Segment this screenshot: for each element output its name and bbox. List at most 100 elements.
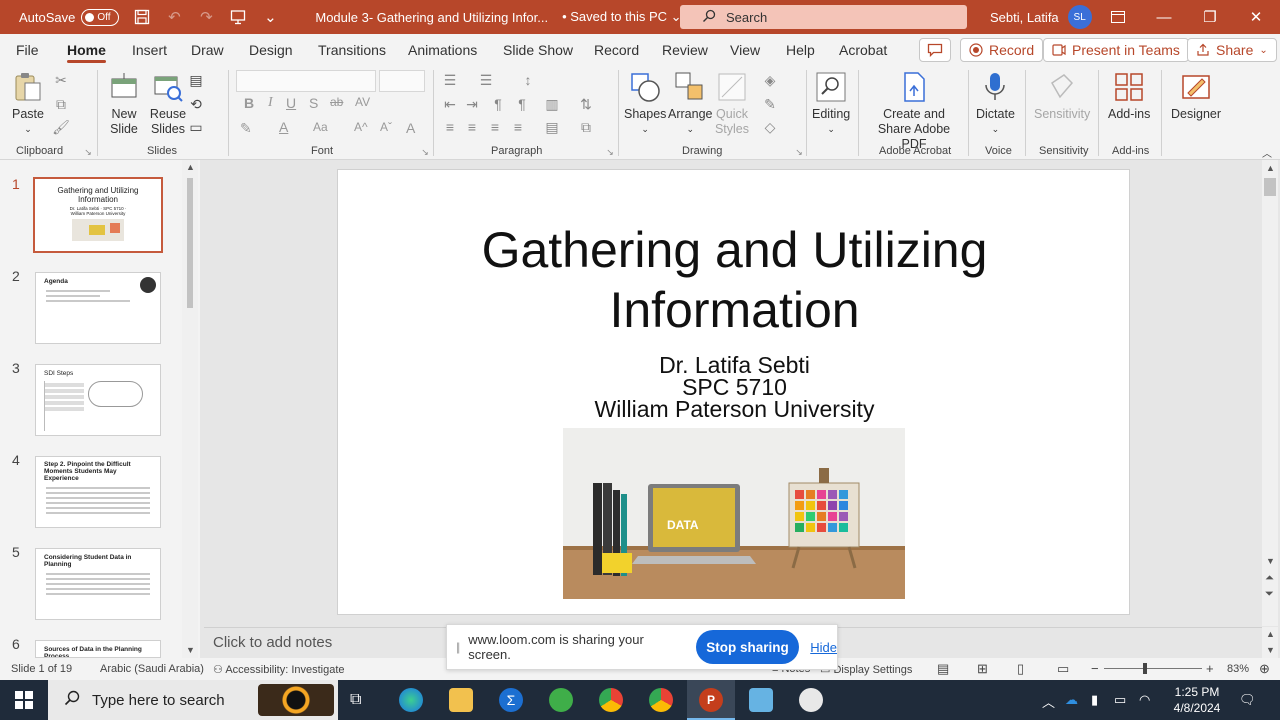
slide-canvas[interactable]: Gathering and Utilizing Information Dr. … (337, 169, 1130, 615)
decrease-font-icon[interactable]: Aˇ (380, 120, 392, 134)
text-direction-icon[interactable]: ⇅ (578, 96, 594, 112)
numbering-icon[interactable]: ☰ (478, 72, 494, 88)
quick-styles-button[interactable]: Quick Styles (712, 68, 752, 137)
share-button[interactable]: Share ⌄ (1187, 38, 1277, 62)
slide-thumbnail-6[interactable]: Sources of Data in the Planning Process (35, 640, 161, 658)
autosave-toggle[interactable]: Off (81, 8, 120, 26)
shape-outline-icon[interactable]: ✎ (762, 96, 778, 112)
scroll-thumb[interactable] (187, 178, 193, 308)
scroll-up-icon[interactable]: ▲ (1266, 163, 1275, 173)
tab-review[interactable]: Review (662, 34, 708, 66)
editing-button[interactable]: Editing ⌄ (812, 68, 850, 137)
start-icon[interactable] (15, 691, 33, 712)
slide-title[interactable]: Gathering and Utilizing Information (338, 220, 1131, 340)
dialog-launcher-icon[interactable]: ↘ (417, 144, 433, 160)
tab-help[interactable]: Help (786, 34, 815, 66)
slide-scrollbar[interactable]: ▲ ▼ ⏶ ⏷ (1262, 160, 1278, 626)
chrome-profile-icon[interactable] (649, 688, 673, 712)
align-center-icon[interactable]: ≡ (464, 119, 480, 135)
task-view-icon[interactable]: ⧉ (350, 691, 361, 709)
wifi-icon[interactable]: ◠ (1139, 692, 1150, 708)
slide-thumbnail-2[interactable]: Agenda (35, 272, 161, 344)
slide-sorter-icon[interactable]: ⊞ (977, 661, 988, 677)
present-icon[interactable] (229, 8, 247, 26)
present-in-teams-button[interactable]: Present in Teams (1043, 38, 1189, 62)
thumbnail-scrollbar[interactable]: ▲ ▼ (182, 160, 198, 658)
accessibility-checker[interactable]: ⚇ Accessibility: Investigate (213, 663, 345, 676)
shape-effects-icon[interactable]: ◇ (762, 119, 778, 135)
slide-counter[interactable]: Slide 1 of 19 (11, 663, 72, 675)
dialog-launcher-icon[interactable]: ↘ (791, 144, 807, 160)
redo-icon[interactable]: ↷ (197, 8, 215, 26)
tab-slide-show[interactable]: Slide Show (503, 34, 573, 66)
font-family-select[interactable] (236, 70, 376, 92)
zoom-in-icon[interactable]: + (1206, 661, 1214, 676)
comments-button[interactable] (919, 38, 951, 62)
sigma-app-icon[interactable]: Σ (499, 688, 523, 712)
slide-image[interactable]: DATA (563, 428, 905, 599)
search-input[interactable]: Search (680, 5, 967, 29)
zoom-slider[interactable] (1104, 663, 1202, 674)
format-painter-icon[interactable]: 🖌 (52, 119, 70, 135)
section-icon[interactable]: ▭ (188, 119, 204, 135)
line-spacing-icon[interactable]: ↕ (520, 72, 536, 88)
copy-icon[interactable]: ⧉ (53, 96, 69, 112)
scroll-down-icon[interactable]: ▼ (1266, 556, 1275, 566)
edge-icon[interactable] (399, 688, 423, 712)
slide-show-icon[interactable]: ▭ (1057, 661, 1069, 677)
zoom-out-icon[interactable]: − (1091, 661, 1099, 676)
designer-button[interactable]: Designer (1171, 68, 1221, 122)
fit-to-window-icon[interactable]: ⊕ (1259, 661, 1270, 677)
reset-icon[interactable]: ⟲ (188, 96, 204, 112)
normal-view-icon[interactable]: ▤ (937, 661, 949, 677)
smartart-icon[interactable]: ⧉ (578, 119, 594, 135)
tab-home[interactable]: Home (67, 34, 106, 66)
close-icon[interactable]: ✕ (1233, 0, 1279, 34)
document-title[interactable]: Module 3- Gathering and Utilizing Infor.… (315, 10, 548, 25)
snipping-tool-icon[interactable] (799, 688, 823, 712)
scroll-down-icon[interactable]: ▼ (186, 645, 195, 655)
undo-icon[interactable]: ↶ (165, 8, 183, 26)
battery-icon[interactable]: ▭ (1114, 692, 1126, 708)
slide-subtitle[interactable]: Dr. Latifa Sebti SPC 5710 William Paters… (338, 354, 1131, 421)
layout-icon[interactable]: ▤ (188, 72, 204, 88)
reuse-slides-button[interactable]: Reuse Slides (148, 68, 188, 137)
bullets-icon[interactable]: ☰ (442, 72, 458, 88)
restore-icon[interactable]: ❐ (1187, 0, 1233, 34)
italic-icon[interactable]: I (268, 95, 273, 111)
zoom-slider-thumb[interactable] (1143, 663, 1147, 674)
rtl-icon[interactable]: ¶ (514, 96, 530, 112)
tab-transitions[interactable]: Transitions (318, 34, 386, 66)
tab-animations[interactable]: Animations (408, 34, 477, 66)
cut-icon[interactable]: ✂ (53, 72, 69, 88)
justify-icon[interactable]: ≡ (510, 119, 526, 135)
onedrive-icon[interactable]: ☁ (1065, 692, 1078, 708)
slide-thumbnail-5[interactable]: Considering Student Data in Planning (35, 548, 161, 620)
align-left-icon[interactable]: ≡ (442, 119, 458, 135)
hide-link[interactable]: Hide (810, 640, 837, 655)
character-spacing-icon[interactable]: AV (355, 95, 370, 109)
create-share-pdf-button[interactable]: Create and Share Adobe PDF (866, 68, 962, 152)
shadow-icon[interactable]: S (309, 95, 318, 111)
collapse-ribbon-icon[interactable]: ︿ (1259, 144, 1275, 160)
tab-acrobat[interactable]: Acrobat (839, 34, 887, 66)
sensitivity-button[interactable]: Sensitivity (1034, 68, 1090, 122)
dialog-launcher-icon[interactable]: ↘ (602, 144, 618, 160)
increase-font-icon[interactable]: A^ (354, 120, 368, 134)
strikethrough-icon[interactable]: ab (330, 95, 343, 109)
next-slide-icon[interactable]: ⏷ (1265, 588, 1274, 601)
globe-icon[interactable] (549, 688, 573, 712)
previous-slide-icon[interactable]: ⏶ (1265, 572, 1274, 585)
highlight-icon[interactable]: ✎ (240, 120, 252, 137)
tab-view[interactable]: View (730, 34, 760, 66)
ltr-icon[interactable]: ¶ (490, 96, 506, 112)
tab-record[interactable]: Record (594, 34, 639, 66)
powerpoint-taskbar-item[interactable]: P (687, 680, 735, 720)
underline-icon[interactable]: U (286, 95, 296, 111)
minimize-icon[interactable]: — (1141, 0, 1187, 34)
notes-scrollbar[interactable]: ▲ ▼ (1262, 627, 1278, 658)
customize-qat-icon[interactable]: ⌄ (261, 8, 279, 26)
shapes-button[interactable]: Shapes ⌄ (624, 68, 666, 137)
notification-icon[interactable]: 🗨 (1239, 692, 1256, 708)
user-account[interactable]: Sebti, Latifa SL (990, 0, 1092, 34)
